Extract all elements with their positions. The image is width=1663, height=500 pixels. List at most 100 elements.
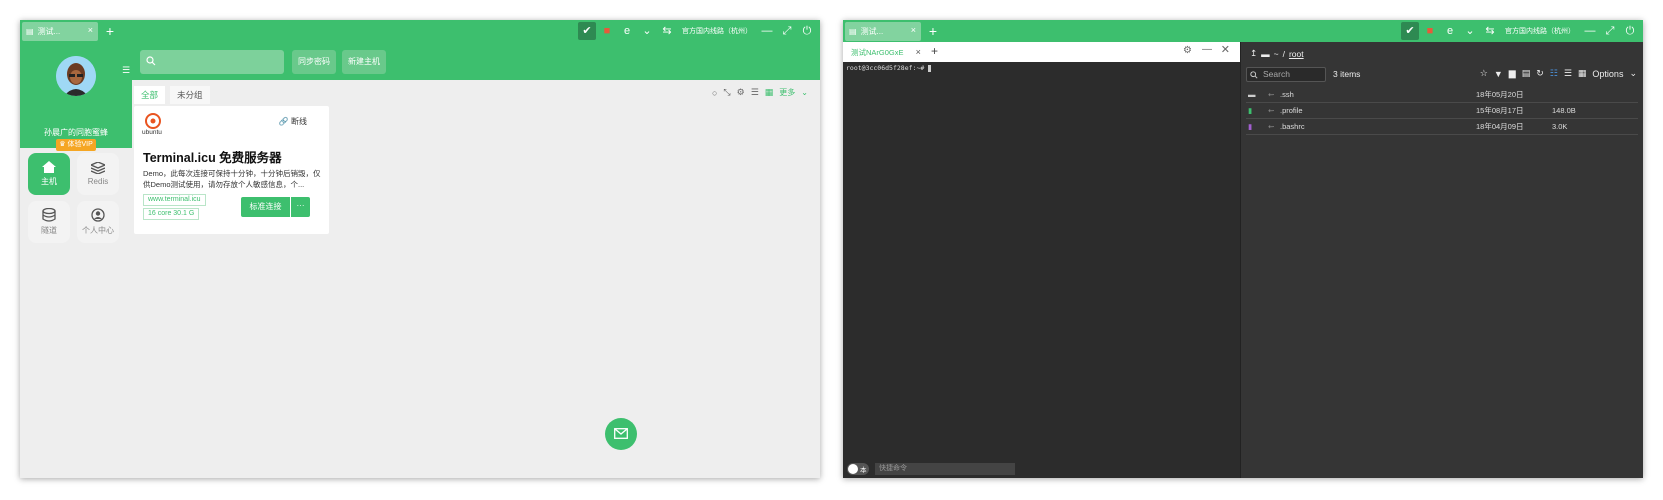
list-view-icon[interactable]: ☷ xyxy=(1550,68,1558,79)
action-band: 同步密码 新建主机 xyxy=(132,42,820,80)
settings-icon[interactable]: ⚙ xyxy=(737,87,745,98)
status-label: 断线 xyxy=(291,117,307,126)
logo-icon[interactable]: ✔ xyxy=(1401,22,1419,40)
new-folder-icon[interactable]: ▆ xyxy=(1509,68,1516,79)
quick-toggle[interactable]: 本 xyxy=(847,463,869,475)
vip-badge[interactable]: ♛ 体验VIP xyxy=(56,139,96,151)
tab-close-icon[interactable]: × xyxy=(911,25,916,35)
gift-icon[interactable]: ■ xyxy=(598,22,616,40)
chevron-down-icon[interactable]: ⌄ xyxy=(1461,22,1479,40)
tab-test[interactable]: ▤ 测试... × xyxy=(845,22,921,41)
user-name: 孙晨广的同胞蜜蜂 xyxy=(44,128,108,137)
expand-icon[interactable]: ⤡ xyxy=(723,87,730,98)
link-icon: ⇜ xyxy=(1268,90,1275,99)
new-tab-button[interactable]: + xyxy=(925,22,941,40)
browser-icon[interactable]: e xyxy=(1441,22,1459,40)
nav-tunnel[interactable]: 隧道 xyxy=(28,201,70,243)
avatar[interactable] xyxy=(56,56,96,96)
tab-all[interactable]: 全部 xyxy=(134,86,166,104)
spec-tag: 16 core 30.1 G xyxy=(143,208,200,220)
settings-icon[interactable]: ⚙ xyxy=(1183,45,1192,56)
vip-label: 体验VIP xyxy=(67,141,93,148)
swap-icon[interactable]: ⇆ xyxy=(1481,22,1499,40)
terminal-tab-bar: 测试NArG0GxE × + ⚙ — ✕ xyxy=(843,42,1240,62)
new-tab-button[interactable]: + xyxy=(102,22,118,40)
list-view-icon[interactable]: ☰ xyxy=(751,87,759,98)
grid-view-icon[interactable]: ▦ xyxy=(1578,68,1587,79)
card-description: Demo，此每次连接可保持十分钟，十分钟后销毁，仅供Demo测试使用，请勿存放个… xyxy=(143,169,321,189)
file-row[interactable]: ▮ ⇜ .bashrc 18年04月09日 3.0K xyxy=(1246,119,1638,135)
file-name: .profile xyxy=(1280,106,1303,115)
minimize-icon[interactable]: — xyxy=(758,22,776,40)
route-label[interactable]: 官方国内线路（杭州） xyxy=(1501,26,1579,36)
nav-profile[interactable]: 个人中心 xyxy=(77,201,119,243)
options-dropdown[interactable]: Options xyxy=(1592,69,1623,79)
path-home[interactable]: ~ xyxy=(1274,49,1279,59)
logo-icon[interactable]: ✔ xyxy=(578,22,596,40)
terminal-output[interactable]: root@3cc06d5f28ef:~# xyxy=(843,62,1240,478)
file-date: 18年05月20日 xyxy=(1476,90,1524,99)
database-icon xyxy=(42,208,56,222)
connect-button[interactable]: 标准连接 xyxy=(241,197,290,217)
toggle-label: 本 xyxy=(860,467,867,474)
tab-test[interactable]: ▤ 测试... × xyxy=(22,22,98,41)
star-icon[interactable]: ☆ xyxy=(1480,68,1488,79)
minimize-icon[interactable]: — xyxy=(1202,44,1212,55)
close-icon[interactable]: ✕ xyxy=(1221,43,1230,56)
item-count: 3 items xyxy=(1333,69,1361,79)
search-input[interactable] xyxy=(140,50,284,74)
file-row[interactable]: ▬ ⇜ .ssh 18年05月20日 xyxy=(1246,87,1638,103)
sidebar-toggle-icon[interactable]: ☰ xyxy=(122,65,130,76)
filter-tabs: 全部 未分组 ○ ⤡ ⚙ ☰ ▦ 更多 ⌄ xyxy=(134,82,810,104)
terminal-window: ▤ 测试... × + ✔ ■ e ⌄ ⇆ 官方国内线路（杭州） — ⤢ ⏻ 测… xyxy=(843,20,1643,478)
fullscreen-icon[interactable]: ⤢ xyxy=(1601,22,1619,40)
sync-password-button[interactable]: 同步密码 xyxy=(292,50,336,74)
up-arrow-icon[interactable]: ↥ xyxy=(1250,48,1257,59)
route-label[interactable]: 官方国内线路（杭州） xyxy=(678,26,756,36)
nav-label: 个人中心 xyxy=(82,226,114,235)
power-icon[interactable]: ⏻ xyxy=(798,22,816,40)
more-button[interactable]: ··· xyxy=(291,197,310,217)
terminal-tab-close-icon[interactable]: × xyxy=(916,47,921,57)
tab-doc-icon: ▤ xyxy=(26,27,34,36)
quick-command-input[interactable]: 快捷命令 xyxy=(875,463,1015,475)
chevron-down-icon[interactable]: ⌄ xyxy=(1629,68,1637,79)
swap-icon[interactable]: ⇆ xyxy=(658,22,676,40)
gift-icon[interactable]: ■ xyxy=(1421,22,1439,40)
path-current[interactable]: root xyxy=(1289,49,1304,59)
more-dropdown[interactable]: 更多 xyxy=(779,87,795,98)
tab-close-icon[interactable]: × xyxy=(88,25,93,35)
bookmark-icon[interactable]: ▼ xyxy=(1494,69,1503,79)
search-icon xyxy=(146,56,156,66)
chevron-down-icon[interactable]: ⌄ xyxy=(801,88,808,97)
new-terminal-button[interactable]: + xyxy=(931,44,938,58)
nav-label: 隧道 xyxy=(41,226,57,235)
new-host-button[interactable]: 新建主机 xyxy=(342,50,386,74)
profile-panel: ☰ 孙晨广的同胞蜜蜂 ♛ 体验VIP xyxy=(20,42,132,151)
nav-label: 主机 xyxy=(41,177,57,186)
chevron-down-icon[interactable]: ⌄ xyxy=(638,22,656,40)
power-icon[interactable]: ⏻ xyxy=(1621,22,1639,40)
cursor xyxy=(928,64,932,72)
fullscreen-icon[interactable]: ⤢ xyxy=(778,22,796,40)
layers-icon xyxy=(91,162,105,174)
refresh-icon[interactable]: ↻ xyxy=(1536,68,1544,79)
refresh-icon[interactable]: ○ xyxy=(712,88,717,98)
new-file-icon[interactable]: ▤ xyxy=(1522,68,1531,79)
terminal-tab[interactable]: 测试NArG0GxE × xyxy=(847,44,927,60)
grid-view-icon[interactable]: ▦ xyxy=(765,87,774,98)
nav-host[interactable]: 主机 xyxy=(28,153,70,195)
nav-label: Redis xyxy=(87,177,109,186)
file-row[interactable]: ▮ ⇜ .profile 15年08月17日 148.0B xyxy=(1246,103,1638,119)
file-name: .bashrc xyxy=(1280,122,1305,131)
minimize-icon[interactable]: — xyxy=(1581,22,1599,40)
file-search-input[interactable]: Search xyxy=(1246,67,1326,82)
mail-button[interactable] xyxy=(605,418,637,450)
prompt-text: root@3cc06d5f28ef:~# xyxy=(846,64,925,72)
title-bar: ▤ 测试... × + ✔ ■ e ⌄ ⇆ 官方国内线路（杭州） — ⤢ ⏻ xyxy=(843,20,1643,42)
browser-icon[interactable]: e xyxy=(618,22,636,40)
tab-ungrouped[interactable]: 未分组 xyxy=(170,86,210,104)
host-card[interactable]: ubuntu 🔗 断线 Terminal.icu 免费服务器 Demo，此每次连… xyxy=(134,106,329,234)
detail-view-icon[interactable]: ☰ xyxy=(1564,68,1572,79)
nav-redis[interactable]: Redis xyxy=(77,153,119,195)
